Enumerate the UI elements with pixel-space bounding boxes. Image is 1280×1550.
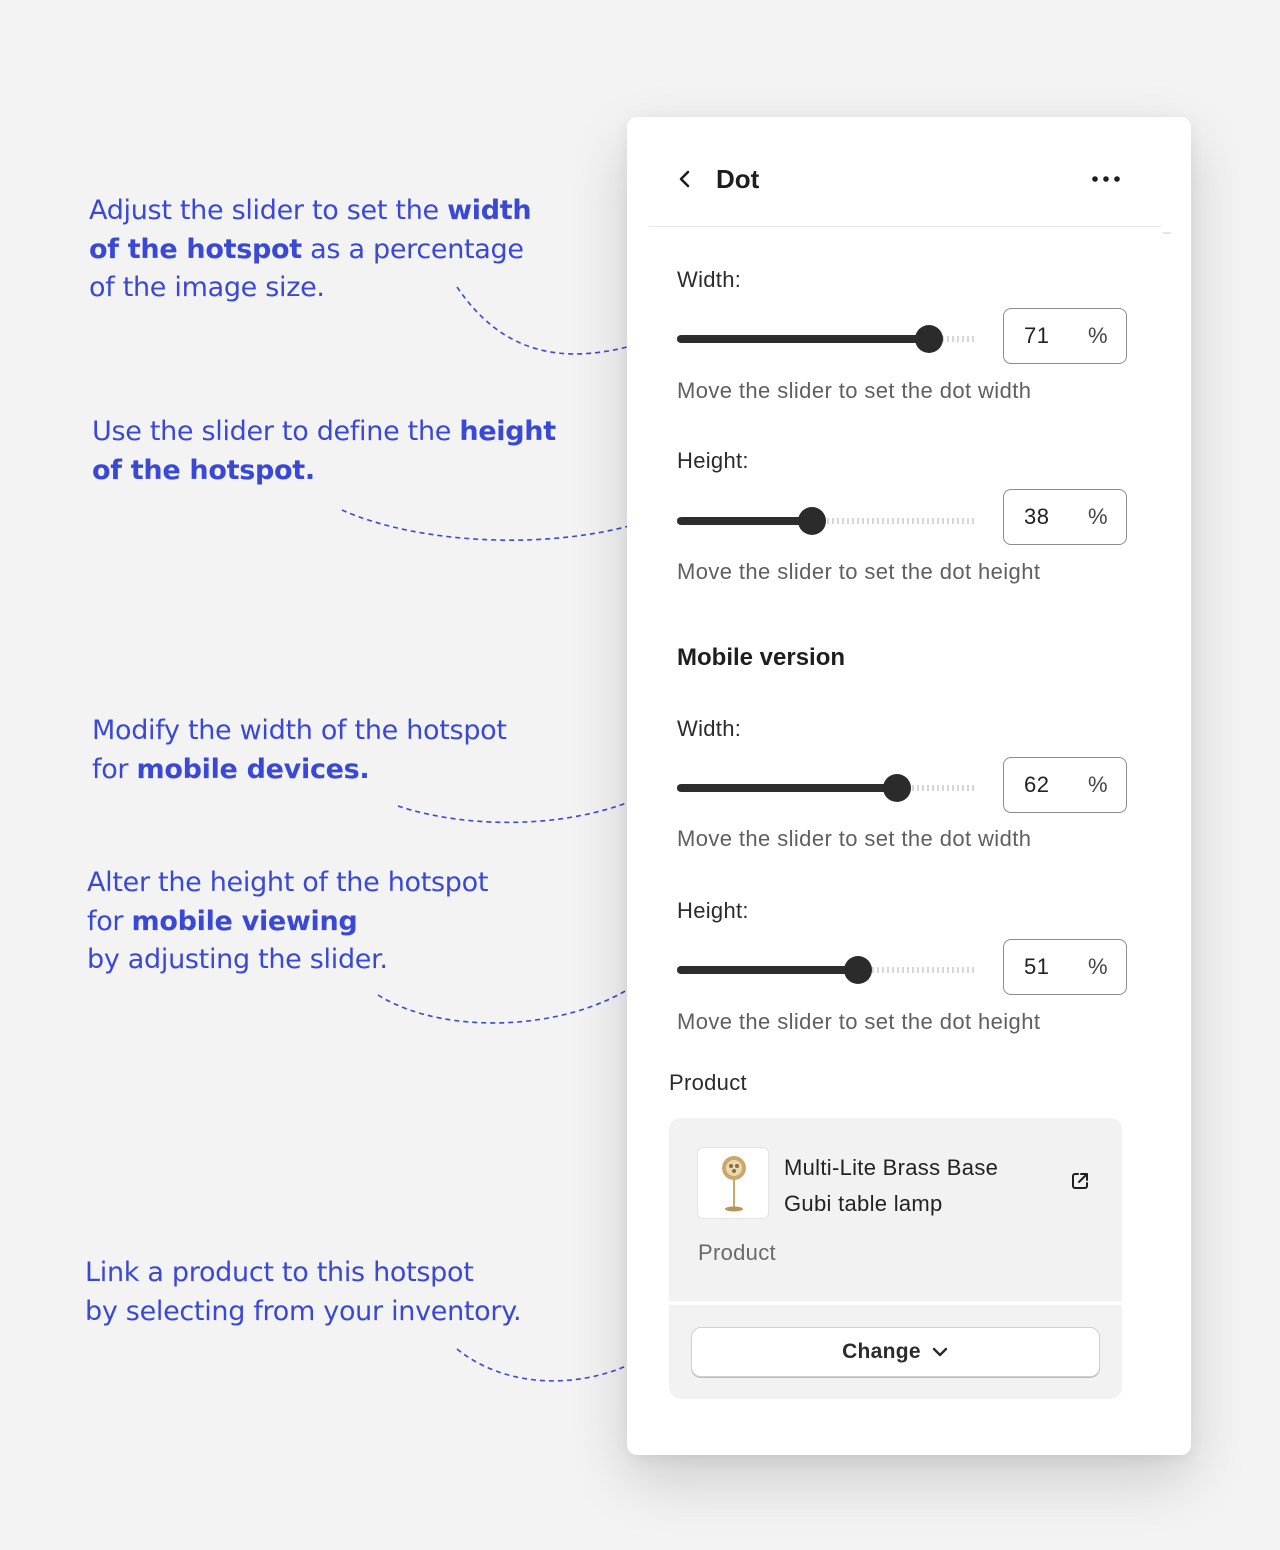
mobile-height-help: Move the slider to set the dot height — [677, 1009, 1041, 1034]
slider-thumb[interactable] — [844, 956, 872, 984]
desktop-width-slider[interactable] — [677, 324, 975, 354]
annotation-mobile-width: Modify the width of the hotspot for mobi… — [92, 712, 507, 789]
product-type: Product — [698, 1240, 776, 1265]
product-name: Multi-Lite Brass Base Gubi table lamp — [784, 1150, 1054, 1222]
slider-thumb[interactable] — [798, 507, 826, 535]
slider-fill — [677, 966, 858, 974]
product-thumbnail — [697, 1147, 769, 1219]
slider-fill — [677, 335, 929, 343]
annotation-product-link: Link a product to this hotspot by select… — [85, 1254, 522, 1331]
annotation-mobile-height: Alter the height of the hotspot for mobi… — [87, 864, 488, 980]
chevron-left-icon[interactable] — [673, 165, 697, 193]
desktop-width-unit: % — [1088, 323, 1108, 348]
product-card: Multi-Lite Brass Base Gubi table lamp Pr… — [669, 1118, 1122, 1399]
mobile-width-slider[interactable] — [677, 773, 975, 803]
desktop-height-label: Height: — [677, 448, 749, 473]
mobile-width-unit: % — [1088, 772, 1108, 797]
mobile-width-input[interactable]: 62 % — [1003, 757, 1127, 813]
panel-header: Dot — [649, 117, 1161, 227]
mobile-height-value[interactable]: 51 — [1024, 954, 1049, 980]
annotation-text: mobile devices. — [136, 753, 370, 785]
desktop-width-label: Width: — [677, 267, 742, 292]
mobile-width-label: Width: — [677, 716, 742, 741]
connector-line-desktop-height — [341, 509, 656, 541]
connector-line-mobile-width — [397, 789, 657, 824]
mobile-height-slider[interactable] — [677, 955, 975, 985]
desktop-width-help: Move the slider to set the dot width — [677, 378, 1032, 403]
product-name-line1: Multi-Lite Brass Base — [784, 1155, 999, 1180]
change-product-button[interactable]: Change — [691, 1327, 1100, 1377]
annotation-text: mobile viewing — [131, 905, 358, 937]
slider-thumb[interactable] — [915, 325, 943, 353]
annotation-text: Adjust the slider to set the — [89, 195, 448, 226]
annotation-text: height — [459, 416, 556, 447]
slider-thumb[interactable] — [883, 774, 911, 802]
slider-fill — [677, 784, 897, 792]
product-label: Product — [669, 1070, 747, 1095]
desktop-width-value[interactable]: 71 — [1024, 323, 1049, 349]
annotation-text: of the hotspot — [89, 233, 302, 265]
mobile-version-title: Mobile version — [677, 644, 846, 671]
desktop-height-slider[interactable] — [677, 506, 975, 536]
chevron-down-icon — [932, 1347, 948, 1357]
product-name-line2: Gubi table lamp — [784, 1191, 943, 1216]
desktop-height-help: Move the slider to set the dot height — [677, 559, 1041, 584]
annotation-text: of the hotspot. — [92, 454, 315, 486]
desktop-height-input[interactable]: 38 % — [1003, 489, 1127, 545]
annotation-desktop-width: Adjust the slider to set the width of th… — [89, 192, 532, 308]
mobile-height-label: Height: — [677, 898, 749, 923]
change-button-label: Change — [842, 1340, 921, 1363]
mobile-width-help: Move the slider to set the dot width — [677, 826, 1032, 851]
mobile-height-input[interactable]: 51 % — [1003, 939, 1127, 995]
external-link-icon[interactable] — [1069, 1170, 1091, 1192]
mobile-height-unit: % — [1088, 954, 1108, 979]
desktop-height-unit: % — [1088, 504, 1108, 529]
annotation-text: Link a product to this hotspot by select… — [85, 1257, 522, 1327]
annotation-text: by adjusting the slider. — [87, 944, 388, 975]
panel-title: Dot — [716, 164, 760, 194]
slider-fill — [677, 517, 812, 525]
mobile-width-value[interactable]: 62 — [1024, 772, 1049, 798]
more-horizontal-icon[interactable] — [1089, 169, 1123, 189]
desktop-height-value[interactable]: 38 — [1024, 504, 1049, 530]
lamp-image — [722, 1156, 746, 1212]
product-card-divider — [669, 1301, 1122, 1305]
annotation-desktop-height: Use the slider to define the height of t… — [92, 413, 556, 490]
annotation-text: width — [447, 195, 532, 226]
header-divider-end — [1163, 232, 1171, 234]
desktop-width-input[interactable]: 71 % — [1003, 308, 1127, 364]
annotation-text: Use the slider to define the — [92, 416, 460, 447]
hotspot-settings-panel: Dot Width: 71 % Move the slider to set t… — [627, 117, 1191, 1455]
